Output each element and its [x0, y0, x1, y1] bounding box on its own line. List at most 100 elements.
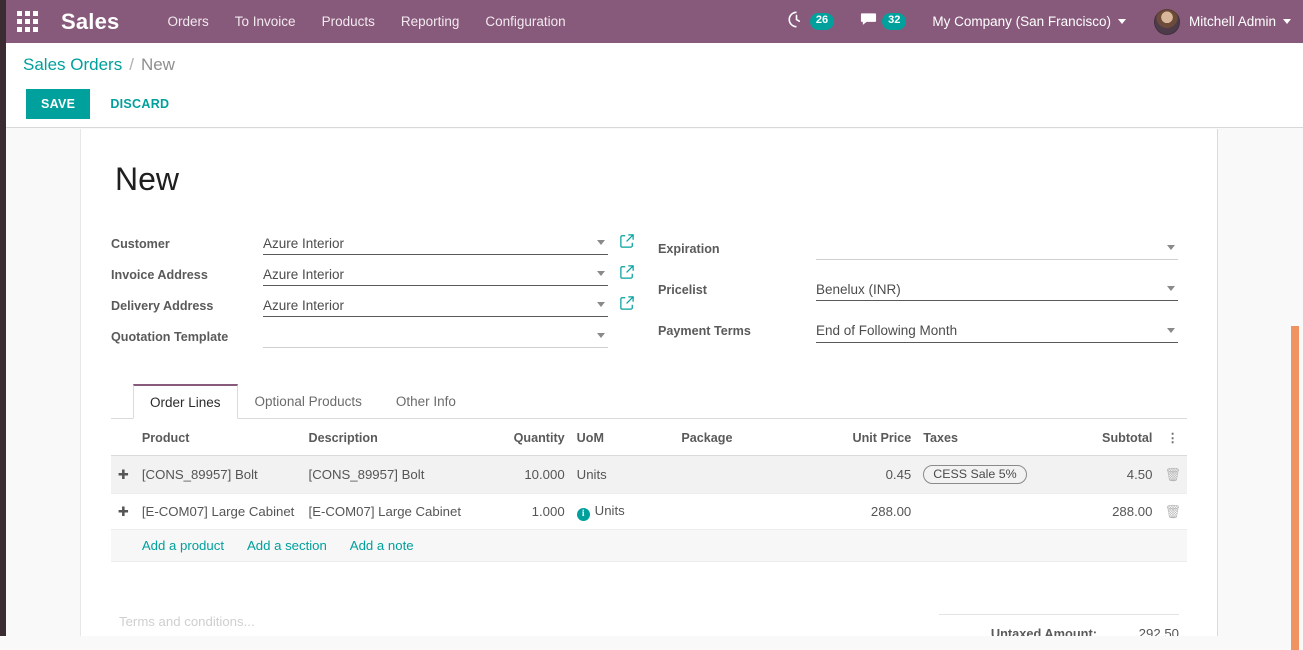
cell-description[interactable]: [E-COM07] Large Cabinet — [302, 493, 493, 530]
menu-item-configuration[interactable]: Configuration — [472, 2, 578, 41]
tab-other-info[interactable]: Other Info — [379, 384, 473, 419]
invoice-address-input[interactable]: Azure Interior — [263, 263, 608, 286]
add-a-product-link[interactable]: Add a product — [142, 538, 224, 553]
menu-item-orders[interactable]: Orders — [155, 2, 222, 41]
cell-quantity[interactable]: 1.000 — [492, 493, 571, 530]
column-uom[interactable]: UoM — [570, 419, 676, 456]
column-quantity[interactable]: Quantity — [492, 419, 571, 456]
cell-product[interactable]: [E-COM07] Large Cabinet — [135, 493, 303, 530]
chevron-down-icon[interactable] — [1167, 286, 1175, 292]
messaging-menu[interactable]: 32 — [860, 12, 907, 32]
user-menu[interactable]: Mitchell Admin — [1153, 8, 1291, 35]
column-description[interactable]: Description — [302, 419, 493, 456]
scrollbar-track[interactable] — [1289, 129, 1303, 650]
page-title: New — [115, 161, 180, 197]
scrollbar-thumb[interactable] — [1291, 326, 1299, 650]
quotation-template-input[interactable] — [263, 325, 608, 348]
save-button[interactable]: SAVE — [26, 89, 91, 119]
drag-handle-icon[interactable]: ✚ — [111, 455, 136, 494]
company-switcher[interactable]: My Company (San Francisco) — [932, 14, 1126, 29]
delivery-address-value: Azure Interior — [263, 297, 345, 313]
column-package[interactable]: Package — [675, 419, 818, 456]
cell-subtotal: 288.00 — [1072, 493, 1159, 530]
label-delivery-address: Delivery Address — [111, 298, 214, 313]
field-row-pricelist: Pricelist Benelux (INR) — [658, 269, 1178, 310]
chevron-down-icon[interactable] — [1167, 245, 1175, 251]
cell-description[interactable]: [CONS_89957] Bolt — [302, 455, 493, 494]
drag-handle-icon[interactable]: ✚ — [111, 493, 136, 530]
app-brand-sales[interactable]: Sales — [61, 9, 120, 35]
cell-taxes[interactable] — [917, 493, 1073, 530]
apps-grid-icon[interactable] — [17, 10, 39, 33]
add-a-note-link[interactable]: Add a note — [350, 538, 414, 553]
cell-product[interactable]: [CONS_89957] Bolt — [135, 455, 303, 494]
notebook-tabs: Order Lines Optional Products Other Info — [111, 384, 1187, 419]
info-icon[interactable]: i — [576, 508, 590, 521]
label-expiration: Expiration — [658, 241, 720, 256]
chevron-down-icon[interactable] — [597, 240, 605, 245]
tax-badge[interactable]: CESS Sale 5% — [923, 465, 1027, 484]
order-lines-header: Product Description Quantity UoM Package… — [111, 419, 1187, 456]
chevron-down-icon — [1283, 19, 1291, 24]
label-invoice-address: Invoice Address — [111, 267, 208, 282]
expiration-input[interactable] — [816, 237, 1178, 261]
table-row[interactable]: ✚ [CONS_89957] Bolt [CONS_89957] Bolt 10… — [111, 455, 1187, 494]
tab-optional-products[interactable]: Optional Products — [238, 384, 379, 419]
chevron-down-icon[interactable] — [1167, 327, 1175, 333]
breadcrumb-sales-orders[interactable]: Sales Orders — [23, 55, 122, 75]
add-a-section-link[interactable]: Add a section — [247, 538, 327, 553]
cell-package[interactable] — [675, 455, 818, 494]
column-subtotal[interactable]: Subtotal — [1072, 419, 1159, 456]
customer-external-link-icon[interactable] — [620, 234, 634, 248]
totals-block: Untaxed Amount: 292.50 Taxes: 0.23 Total… — [939, 614, 1179, 636]
chevron-down-icon[interactable] — [597, 302, 605, 307]
control-panel: Sales Orders / New SAVE DISCARD — [6, 43, 1303, 128]
user-name-label: Mitchell Admin — [1188, 14, 1276, 29]
column-unit-price[interactable]: Unit Price — [817, 419, 918, 456]
invoice-address-external-link-icon[interactable] — [620, 265, 634, 279]
menu-item-products[interactable]: Products — [309, 2, 388, 41]
delivery-address-external-link-icon[interactable] — [620, 296, 634, 310]
column-product[interactable]: Product — [135, 419, 303, 456]
field-row-invoice-address: Invoice Address Azure Interior — [111, 259, 636, 290]
form-sheet: New Customer Azure Interior Invoice Addr… — [80, 129, 1218, 636]
cell-quantity[interactable]: 10.000 — [492, 455, 571, 494]
field-row-expiration: Expiration — [658, 228, 1178, 269]
payment-terms-input[interactable]: End of Following Month — [816, 320, 1178, 343]
chevron-down-icon[interactable] — [597, 271, 605, 276]
cell-taxes[interactable]: CESS Sale 5% — [917, 455, 1073, 494]
cell-unit-price[interactable]: 0.45 — [817, 455, 918, 494]
menu-item-reporting[interactable]: Reporting — [388, 2, 473, 41]
menu-item-to-invoice[interactable]: To Invoice — [222, 2, 309, 41]
breadcrumb-current: New — [140, 55, 175, 74]
invoice-address-value: Azure Interior — [263, 266, 345, 282]
chevron-down-icon[interactable] — [597, 333, 605, 338]
untaxed-amount-row: Untaxed Amount: 292.50 — [939, 623, 1179, 636]
pricelist-input[interactable]: Benelux (INR) — [816, 278, 1178, 302]
tab-order-lines[interactable]: Order Lines — [133, 384, 238, 419]
label-pricelist: Pricelist — [658, 282, 708, 297]
trash-icon[interactable]: 🗑 — [1164, 504, 1181, 519]
activity-menu[interactable]: 26 — [788, 10, 835, 33]
navbar-menu-list: Orders To Invoice Products Reporting Con… — [155, 2, 579, 41]
navbar-systray: 26 32 My Company (San Francisco) Mitchel… — [788, 8, 1303, 35]
form-group-left: Customer Azure Interior Invoice Address … — [111, 228, 636, 352]
left-edge-rail — [0, 0, 6, 636]
customer-input[interactable]: Azure Interior — [263, 232, 608, 255]
cell-unit-price[interactable]: 288.00 — [817, 493, 918, 530]
order-lines-table: Product Description Quantity UoM Package… — [111, 419, 1187, 562]
trash-icon[interactable]: 🗑 — [1164, 467, 1181, 482]
cell-uom[interactable]: Units — [570, 455, 676, 494]
column-taxes[interactable]: Taxes — [917, 419, 1073, 456]
label-customer: Customer — [111, 236, 170, 251]
vertical-dots-icon[interactable]: ⋮ — [1166, 431, 1179, 445]
cell-package[interactable] — [675, 493, 818, 530]
field-row-customer: Customer Azure Interior — [111, 228, 636, 259]
table-row[interactable]: ✚ [E-COM07] Large Cabinet [E-COM07] Larg… — [111, 493, 1187, 530]
delivery-address-input[interactable]: Azure Interior — [263, 294, 608, 317]
chevron-down-icon — [1117, 19, 1126, 24]
company-label: My Company (San Francisco) — [932, 14, 1111, 29]
cell-uom[interactable]: i Units — [570, 493, 676, 530]
discard-button[interactable]: DISCARD — [98, 89, 181, 119]
terms-and-conditions-field[interactable]: Terms and conditions... — [119, 614, 819, 636]
